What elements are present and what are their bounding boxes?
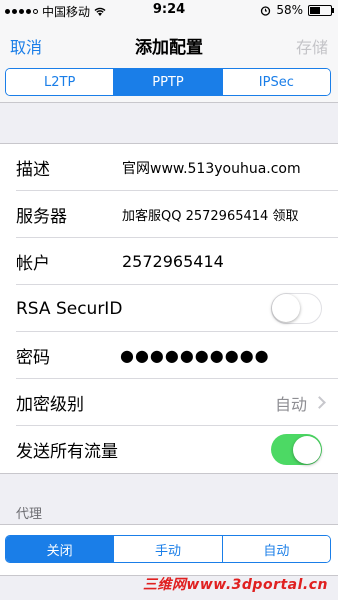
segment-pptp[interactable]: PPTP [114,69,223,95]
server-label: 服务器 [16,207,67,227]
battery-percent: 58% [276,3,303,17]
encryption-level-row[interactable]: 加密级别 自动 [0,379,338,426]
segment-proxy-auto[interactable]: 自动 [222,536,330,562]
alarm-clock-icon [261,5,271,16]
send-all-traffic-label: 发送所有流量 [16,442,118,462]
battery-icon [308,4,334,16]
description-label: 描述 [16,160,50,180]
segment-ipsec[interactable]: IPSec [222,69,330,95]
segment-proxy-manual[interactable]: 手动 [114,536,223,562]
watermark: 三维网www.3dportal.cn [142,577,328,593]
encryption-level-value-group: 自动 [274,391,326,415]
save-button[interactable]: 存储 [296,34,328,58]
toggle-knob [292,435,321,464]
account-field[interactable]: 2572965414 [122,252,224,271]
description-field[interactable]: 官网www.513youhua.com [122,158,301,178]
send-all-traffic-toggle[interactable] [271,434,322,465]
encryption-level-value: 自动 [274,394,307,414]
password-field[interactable]: ●●●●●●●●●● [120,346,270,365]
status-bar: 中国移动 9:24 58% [0,0,338,20]
proxy-segmented-control: 关闭 手动 自动 [5,535,331,563]
password-row[interactable]: 密码 ●●●●●●●●●● [0,332,338,379]
description-row[interactable]: 描述 官网www.513youhua.com [0,144,338,191]
send-all-traffic-row: 发送所有流量 [0,426,338,473]
vpn-type-segmented-control: L2TP PPTP IPSec [5,68,331,96]
encryption-level-label: 加密级别 [16,395,84,415]
server-row[interactable]: 服务器 加客服QQ 2572965414 领取 [0,191,338,238]
toggle-knob [272,294,300,322]
segment-proxy-off[interactable]: 关闭 [6,536,115,562]
navigation-bar: 取消 添加配置 存储 [0,20,338,70]
account-row[interactable]: 帐户 2572965414 [0,238,338,285]
password-label: 密码 [16,348,50,368]
segment-l2tp[interactable]: L2TP [6,69,115,95]
rsa-securid-label: RSA SecurID [16,298,123,319]
server-field[interactable]: 加客服QQ 2572965414 领取 [122,205,298,224]
rsa-securid-toggle[interactable] [271,293,322,324]
proxy-section-header: 代理 [16,507,43,522]
rsa-securid-row: RSA SecurID [0,285,338,332]
page-title: 添加配置 [135,38,203,58]
chevron-right-icon [313,396,326,409]
vpn-settings-table: 描述 官网www.513youhua.com 服务器 加客服QQ 2572965… [0,143,338,474]
account-label: 帐户 [16,254,50,274]
status-right: 58% [260,3,334,17]
